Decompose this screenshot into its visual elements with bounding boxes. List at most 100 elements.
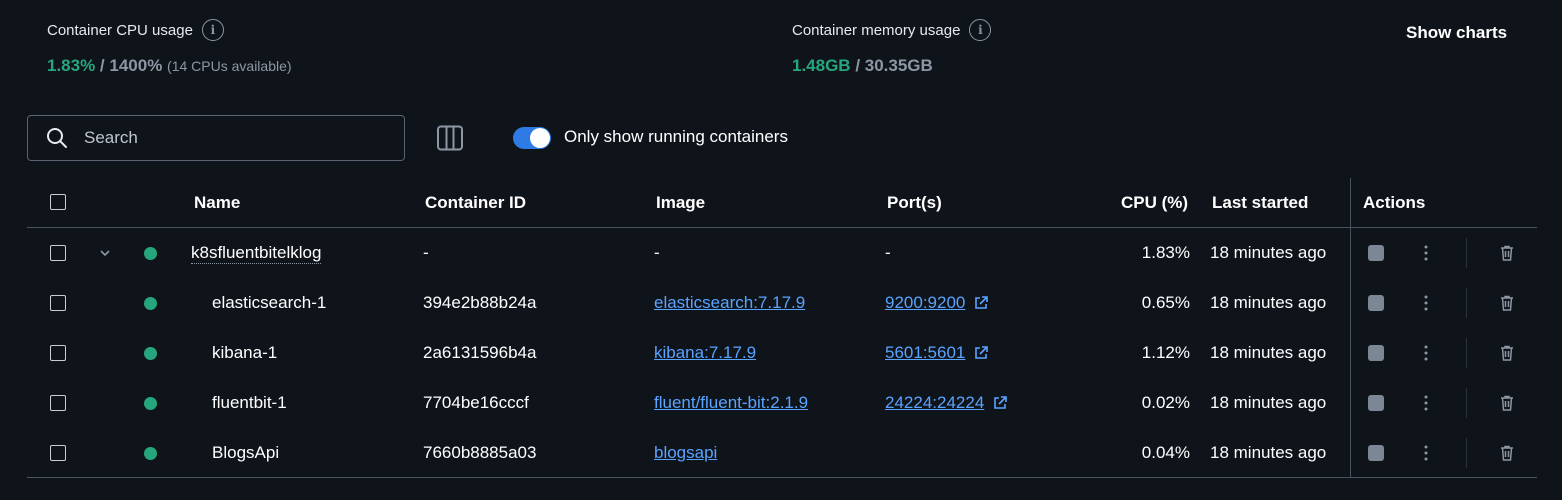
stop-icon[interactable]: [1368, 295, 1384, 311]
status-running-icon: [144, 297, 157, 310]
container-image-link[interactable]: blogsapi: [654, 443, 717, 463]
port-link-group[interactable]: 5601:5601: [885, 343, 989, 363]
port-link[interactable]: 5601:5601: [885, 343, 965, 362]
info-icon[interactable]: i: [969, 19, 992, 41]
table-bottom-divider: [27, 477, 1537, 478]
header-container-id[interactable]: Container ID: [425, 193, 526, 213]
row-checkbox[interactable]: [50, 245, 66, 261]
row-checkbox[interactable]: [50, 395, 66, 411]
container-cpu: 1.83%: [1141, 243, 1190, 262]
header-cpu[interactable]: CPU (%): [1121, 193, 1188, 213]
header-ports[interactable]: Port(s): [887, 193, 942, 213]
status-running-icon: [144, 347, 157, 360]
cpu-note: (14 CPUs available): [167, 58, 292, 74]
port-link-group[interactable]: 24224:24224: [885, 393, 1008, 413]
external-link-icon[interactable]: [973, 295, 989, 311]
cpu-usage-title: Container CPU usage i: [47, 19, 224, 41]
cpu-usage-label: Container CPU usage: [47, 21, 193, 39]
container-id: 7660b8885a03: [423, 443, 537, 462]
stop-icon[interactable]: [1368, 445, 1384, 461]
action-separator: [1466, 388, 1467, 418]
action-separator: [1466, 288, 1467, 318]
more-vertical-icon[interactable]: [1423, 395, 1429, 411]
action-separator: [1466, 238, 1467, 268]
container-name[interactable]: elasticsearch-1: [212, 293, 326, 313]
memory-usage-title: Container memory usage i: [792, 19, 992, 41]
header-image[interactable]: Image: [656, 193, 705, 213]
cpu-separator: /: [95, 56, 110, 75]
header-last-started[interactable]: Last started: [1212, 193, 1308, 213]
cpu-usage-value: 1.83% / 1400% (14 CPUs available): [47, 56, 292, 76]
port-link[interactable]: 9200:9200: [885, 293, 965, 312]
container-name[interactable]: kibana-1: [212, 343, 277, 363]
container-name[interactable]: fluentbit-1: [212, 393, 287, 413]
more-vertical-icon[interactable]: [1423, 295, 1429, 311]
select-all-checkbox[interactable]: [50, 194, 66, 210]
trash-icon[interactable]: [1498, 344, 1516, 362]
container-cpu: 0.02%: [1141, 393, 1190, 412]
container-name[interactable]: BlogsApi: [212, 443, 279, 463]
running-containers-label: Only show running containers: [564, 127, 788, 146]
external-link-icon[interactable]: [992, 395, 1008, 411]
row-checkbox[interactable]: [50, 345, 66, 361]
action-separator: [1466, 338, 1467, 368]
actions-column-divider: [1350, 178, 1351, 478]
cpu-used: 1.83%: [47, 56, 96, 75]
external-link-icon[interactable]: [973, 345, 989, 361]
trash-icon[interactable]: [1498, 244, 1516, 262]
container-last-started: 18 minutes ago: [1210, 393, 1327, 412]
trash-icon[interactable]: [1498, 394, 1516, 412]
status-running-icon: [144, 447, 157, 460]
running-containers-toggle[interactable]: [513, 127, 551, 149]
container-id: 2a6131596b4a: [423, 343, 537, 362]
row-checkbox[interactable]: [50, 295, 66, 311]
container-cpu: 1.12%: [1141, 343, 1190, 362]
memory-usage-label: Container memory usage: [792, 21, 961, 39]
more-vertical-icon[interactable]: [1423, 345, 1429, 361]
memory-total: 30.35GB: [864, 56, 933, 75]
container-cpu: 0.65%: [1141, 293, 1190, 312]
columns-icon[interactable]: [436, 125, 464, 151]
container-last-started: 18 minutes ago: [1210, 343, 1327, 362]
cpu-total: 1400%: [109, 56, 163, 75]
trash-icon[interactable]: [1498, 294, 1516, 312]
container-id: 7704be16cccf: [423, 393, 529, 412]
memory-usage-value: 1.48GB / 30.35GB: [792, 56, 933, 76]
port-link-group[interactable]: 9200:9200: [885, 293, 989, 313]
status-running-icon: [144, 247, 157, 260]
stop-icon[interactable]: [1368, 345, 1384, 361]
container-cpu: 0.04%: [1141, 443, 1190, 462]
container-id: 394e2b88b24a: [423, 293, 537, 312]
header-divider: [27, 227, 1537, 228]
container-image-link[interactable]: kibana:7.17.9: [654, 343, 756, 363]
chevron-down-icon[interactable]: [99, 249, 111, 257]
search-box[interactable]: [27, 115, 405, 161]
show-charts-button[interactable]: Show charts: [1406, 23, 1507, 43]
row-checkbox[interactable]: [50, 445, 66, 461]
container-id: -: [423, 243, 429, 262]
more-vertical-icon[interactable]: [1423, 445, 1429, 461]
info-icon[interactable]: i: [201, 19, 224, 41]
search-input[interactable]: [84, 128, 384, 148]
status-running-icon: [144, 397, 157, 410]
container-last-started: 18 minutes ago: [1210, 243, 1327, 262]
container-image-link[interactable]: fluent/fluent-bit:2.1.9: [654, 393, 808, 413]
header-name[interactable]: Name: [194, 193, 240, 213]
container-last-started: 18 minutes ago: [1210, 293, 1327, 312]
port-link[interactable]: 24224:24224: [885, 393, 984, 412]
stop-icon[interactable]: [1368, 245, 1384, 261]
trash-icon[interactable]: [1498, 444, 1516, 462]
toggle-knob: [530, 128, 550, 148]
action-separator: [1466, 438, 1467, 468]
container-last-started: 18 minutes ago: [1210, 443, 1327, 462]
memory-used: 1.48GB: [792, 56, 851, 75]
container-name[interactable]: k8sfluentbitelklog: [191, 243, 322, 264]
container-image-link[interactable]: elasticsearch:7.17.9: [654, 293, 805, 313]
more-vertical-icon[interactable]: [1423, 245, 1429, 261]
container-image: -: [654, 243, 660, 262]
stop-icon[interactable]: [1368, 395, 1384, 411]
header-actions: Actions: [1363, 193, 1426, 212]
search-icon: [47, 128, 67, 148]
container-ports: -: [885, 243, 891, 262]
memory-separator: /: [850, 56, 865, 75]
